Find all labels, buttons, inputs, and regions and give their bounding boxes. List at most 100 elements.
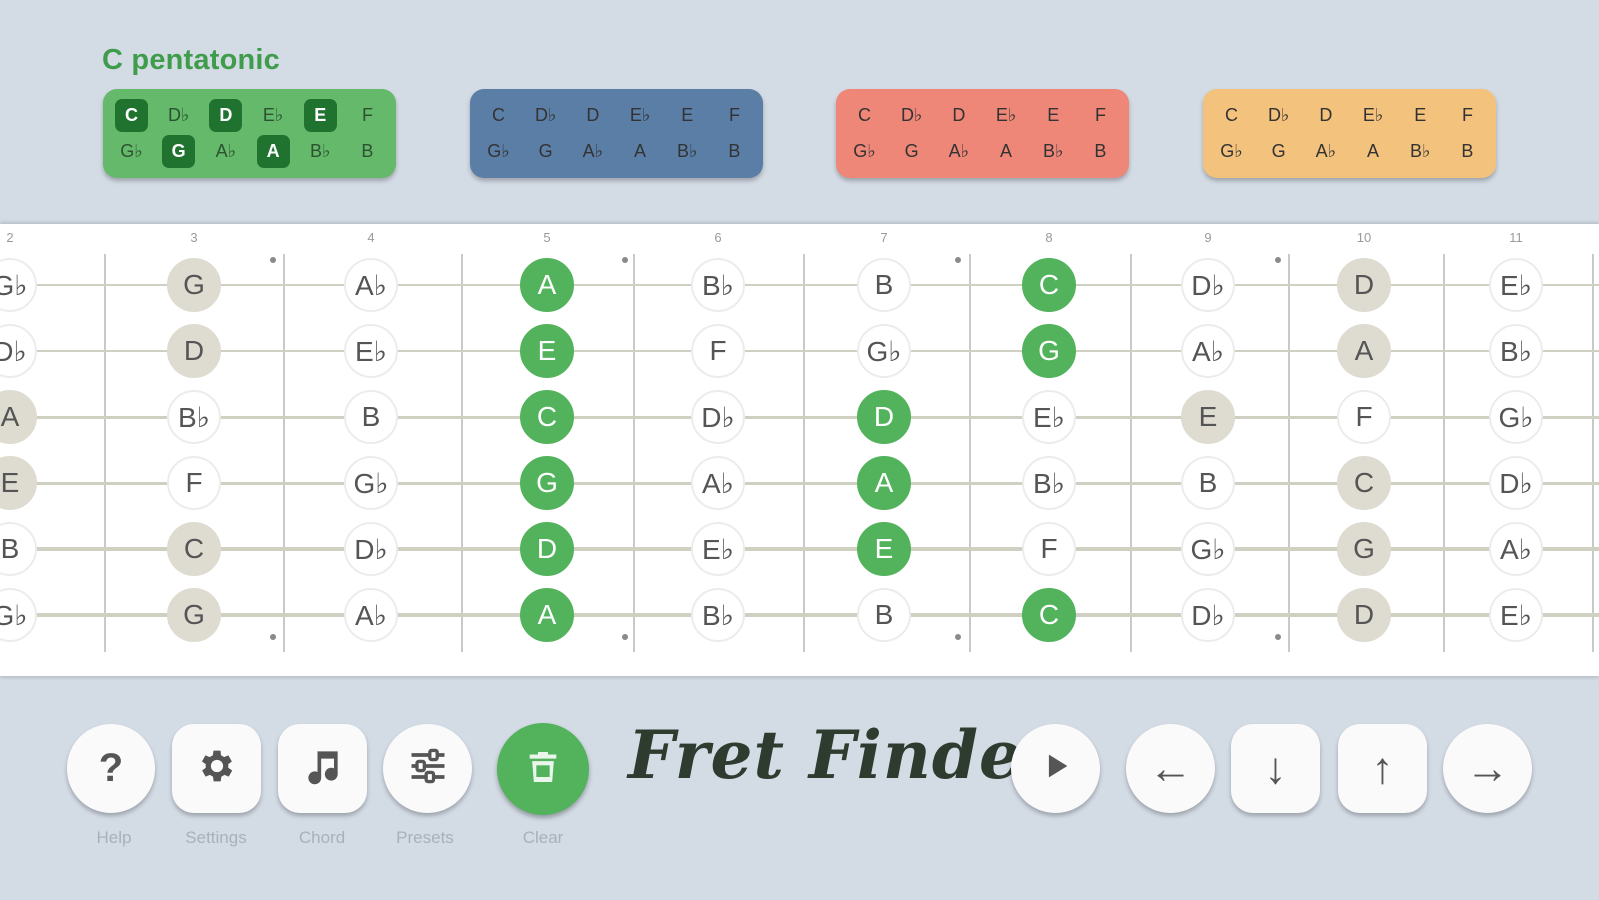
fret-note[interactable]: C — [1022, 258, 1076, 312]
down-arrow-button[interactable]: ↓ — [1231, 724, 1320, 813]
palette-note[interactable]: A♭ — [576, 135, 609, 168]
fret-note[interactable]: A♭ — [344, 258, 398, 312]
palette-note[interactable]: B♭ — [671, 135, 704, 168]
palette-note[interactable]: C — [482, 99, 515, 132]
up-arrow-button[interactable]: ↑ — [1338, 724, 1427, 813]
palette-note[interactable]: E — [1037, 99, 1070, 132]
fret-note[interactable]: D♭ — [691, 390, 745, 444]
palette-note[interactable]: B♭ — [1037, 135, 1070, 168]
palette-note[interactable]: D♭ — [162, 99, 195, 132]
fret-note[interactable]: A — [520, 588, 574, 642]
palette-note[interactable]: G — [529, 135, 562, 168]
fret-note[interactable]: G♭ — [1489, 390, 1543, 444]
fret-note[interactable]: G♭ — [857, 324, 911, 378]
palette-note[interactable]: D♭ — [1262, 99, 1295, 132]
fret-note[interactable]: C — [520, 390, 574, 444]
fret-note[interactable]: F — [167, 456, 221, 510]
palette-note[interactable]: A♭ — [942, 135, 975, 168]
fret-note[interactable]: D♭ — [0, 324, 37, 378]
fret-note[interactable]: B — [1181, 456, 1235, 510]
palette-note[interactable]: A♭ — [1309, 135, 1342, 168]
palette-note[interactable]: G♭ — [115, 135, 148, 168]
palette-note[interactable]: F — [351, 99, 384, 132]
palette-note[interactable]: C — [115, 98, 148, 132]
fret-note[interactable]: D♭ — [1181, 258, 1235, 312]
left-arrow-button[interactable]: ← — [1126, 724, 1215, 813]
fret-note[interactable]: G♭ — [344, 456, 398, 510]
fret-note[interactable]: D — [167, 324, 221, 378]
right-arrow-button[interactable]: → — [1443, 724, 1532, 813]
fret-note[interactable]: G♭ — [1181, 522, 1235, 576]
fret-note[interactable]: E — [0, 456, 37, 510]
palette-note[interactable]: E♭ — [257, 99, 290, 132]
palette-note[interactable]: D♭ — [895, 99, 928, 132]
palette-note[interactable]: D — [942, 99, 975, 132]
presets-button[interactable] — [383, 724, 472, 813]
help-button[interactable]: ? — [67, 724, 155, 813]
fret-note[interactable]: D♭ — [1181, 588, 1235, 642]
fret-note[interactable]: G — [1337, 522, 1391, 576]
fret-note[interactable]: B♭ — [167, 390, 221, 444]
palette-note[interactable]: F — [718, 99, 751, 132]
palette-note[interactable]: B — [718, 135, 751, 168]
palette-note[interactable]: A♭ — [209, 135, 242, 168]
scale-palette-2[interactable]: C D♭ D E♭ E F G♭ G A♭ A B♭ B — [470, 89, 763, 178]
fret-note[interactable]: A♭ — [1489, 522, 1543, 576]
fret-note[interactable]: A♭ — [1181, 324, 1235, 378]
fret-note[interactable]: D — [1337, 588, 1391, 642]
fret-note[interactable]: E♭ — [1489, 258, 1543, 312]
palette-note[interactable]: G — [895, 135, 928, 168]
palette-note[interactable]: B♭ — [1404, 135, 1437, 168]
fret-note[interactable]: E♭ — [691, 522, 745, 576]
palette-note[interactable]: E — [671, 99, 704, 132]
fret-note[interactable]: E♭ — [1022, 390, 1076, 444]
play-button[interactable] — [1011, 724, 1100, 813]
fret-note[interactable]: F — [1337, 390, 1391, 444]
fret-note[interactable]: E — [857, 522, 911, 576]
fret-note[interactable]: E♭ — [1489, 588, 1543, 642]
palette-note[interactable]: D — [209, 98, 243, 132]
palette-note[interactable]: B♭ — [304, 135, 337, 168]
fret-note[interactable]: G — [520, 456, 574, 510]
palette-note[interactable]: G — [162, 134, 196, 168]
palette-note[interactable]: B — [1451, 135, 1484, 168]
palette-note[interactable]: E♭ — [990, 99, 1023, 132]
palette-note[interactable]: F — [1084, 99, 1117, 132]
fret-note[interactable]: E — [1181, 390, 1235, 444]
palette-note[interactable]: G♭ — [482, 135, 515, 168]
fret-note[interactable]: B — [0, 522, 37, 576]
fret-note[interactable]: C — [167, 522, 221, 576]
fret-note[interactable]: D — [1337, 258, 1391, 312]
scale-palette-4[interactable]: C D♭ D E♭ E F G♭ G A♭ A B♭ B — [1203, 89, 1496, 178]
palette-note[interactable]: E♭ — [624, 99, 657, 132]
fret-note[interactable]: A — [857, 456, 911, 510]
palette-note[interactable]: D — [576, 99, 609, 132]
fret-note[interactable]: D — [857, 390, 911, 444]
palette-note[interactable]: C — [848, 99, 881, 132]
fret-note[interactable]: F — [1022, 522, 1076, 576]
fret-note[interactable]: D — [520, 522, 574, 576]
palette-note[interactable]: A — [990, 135, 1023, 168]
fret-note[interactable]: C — [1022, 588, 1076, 642]
fret-note[interactable]: D♭ — [344, 522, 398, 576]
fret-note[interactable]: B — [857, 588, 911, 642]
fret-note[interactable]: A♭ — [344, 588, 398, 642]
palette-note[interactable]: A — [256, 134, 290, 168]
fret-note[interactable]: B♭ — [691, 588, 745, 642]
settings-button[interactable] — [172, 724, 261, 813]
fret-note[interactable]: D♭ — [1489, 456, 1543, 510]
fret-note[interactable]: A — [1337, 324, 1391, 378]
palette-note[interactable]: B — [351, 135, 384, 168]
fret-note[interactable]: B — [857, 258, 911, 312]
palette-note[interactable]: G♭ — [848, 135, 881, 168]
palette-note[interactable]: D — [1309, 99, 1342, 132]
chord-button[interactable] — [278, 724, 367, 813]
fret-note[interactable]: G♭ — [0, 588, 37, 642]
palette-note[interactable]: D♭ — [529, 99, 562, 132]
palette-note[interactable]: G — [1262, 135, 1295, 168]
palette-note[interactable]: B — [1084, 135, 1117, 168]
fret-note[interactable]: C — [1337, 456, 1391, 510]
fret-note[interactable]: G — [1022, 324, 1076, 378]
clear-button[interactable] — [497, 723, 589, 815]
fret-note[interactable]: A♭ — [691, 456, 745, 510]
